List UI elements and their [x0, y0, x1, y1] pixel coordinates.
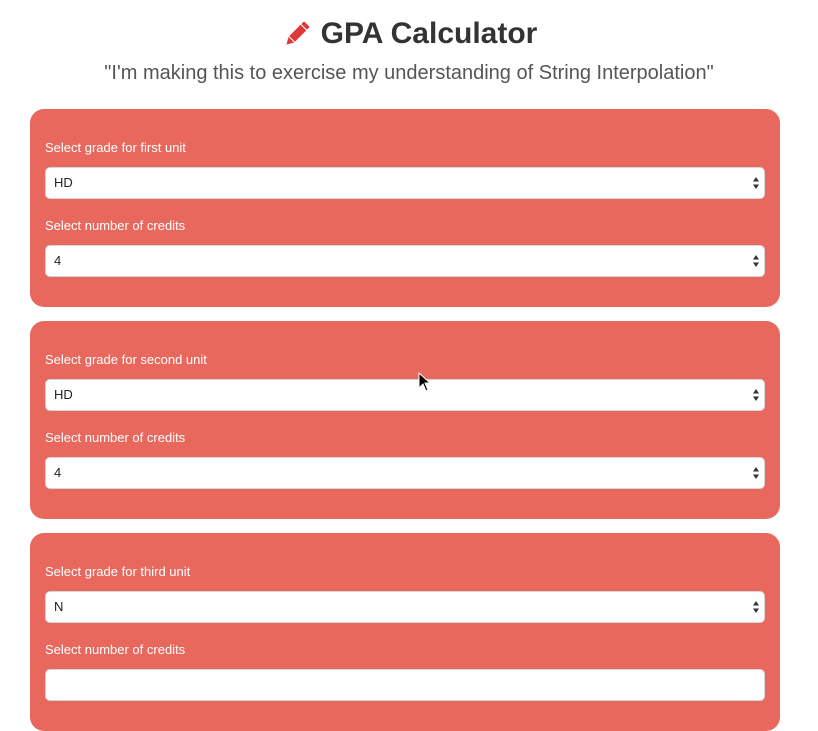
grade-select-third[interactable]: N: [45, 591, 765, 623]
credits-label-third: Select number of credits: [45, 642, 186, 657]
select-arrows-icon: [753, 255, 759, 267]
credits-select-second-value: 4: [54, 465, 62, 480]
title-row: GPA Calculator: [0, 14, 818, 54]
grade-select-first[interactable]: HD: [45, 167, 765, 199]
unit-panel-second: Select grade for second unit HD Select n…: [30, 321, 780, 519]
unit-panel-first: Select grade for first unit HD Select nu…: [30, 109, 780, 307]
credits-select-first-value: 4: [54, 253, 62, 268]
unit-panel-third: Select grade for third unit N Select num…: [30, 533, 780, 731]
credits-label-second: Select number of credits: [45, 430, 186, 445]
page-title: GPA Calculator: [320, 17, 538, 50]
grade-select-second[interactable]: HD: [45, 379, 765, 411]
page-subtitle: "I'm making this to exercise my understa…: [104, 62, 714, 84]
select-arrows-icon: [753, 177, 759, 189]
grade-select-second-value: HD: [54, 387, 73, 402]
page-header: GPA Calculator "I'm making this to exerc…: [0, 14, 818, 85]
select-arrows-icon: [753, 467, 759, 479]
select-arrows-icon: [753, 389, 759, 401]
grade-select-third-value: N: [54, 599, 64, 614]
pencil-icon: [281, 18, 313, 50]
grade-select-first-value: HD: [54, 175, 73, 190]
grade-label-first: Select grade for first unit: [45, 140, 186, 155]
grade-label-third: Select grade for third unit: [45, 564, 191, 579]
select-arrows-icon: [753, 601, 759, 613]
credits-select-first[interactable]: 4: [45, 245, 765, 277]
credits-select-second[interactable]: 4: [45, 457, 765, 489]
mouse-cursor-icon: [418, 372, 432, 392]
credits-select-third[interactable]: [45, 669, 765, 701]
credits-label-first: Select number of credits: [45, 218, 186, 233]
grade-label-second: Select grade for second unit: [45, 352, 207, 367]
